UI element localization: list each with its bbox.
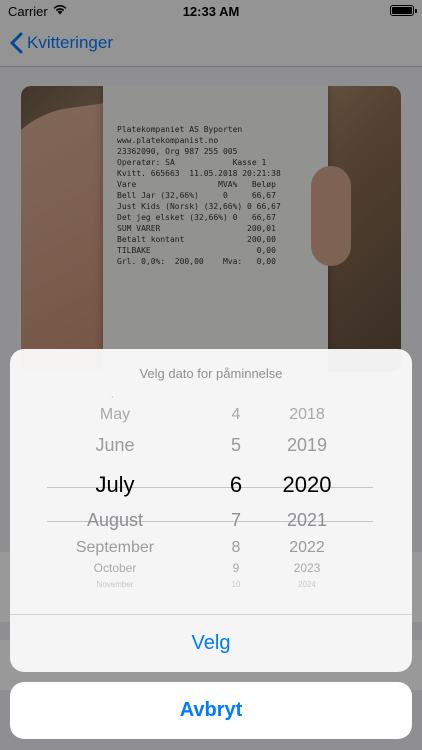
sheet-title: Velg dato for påminnelse (139, 366, 283, 381)
month-option[interactable]: April (55, 396, 175, 398)
year-option[interactable]: 2017 (247, 396, 367, 398)
year-option[interactable]: 2021 (247, 510, 367, 531)
confirm-button[interactable]: Velg (10, 615, 412, 672)
month-option[interactable]: June (55, 435, 175, 456)
month-option[interactable]: November (55, 580, 175, 589)
month-option[interactable]: September (55, 539, 175, 557)
year-option[interactable]: 2018 (247, 406, 367, 424)
month-option[interactable]: July (55, 472, 175, 498)
month-option[interactable]: August (55, 510, 175, 531)
date-picker-sheet: Velg dato for påminnelse April May June Jul… (10, 349, 412, 672)
cancel-button[interactable]: Avbryt (10, 682, 412, 739)
date-picker[interactable]: April May June July August September October No… (10, 396, 412, 614)
year-option[interactable]: 2024 (247, 580, 367, 589)
year-option[interactable]: 2023 (247, 561, 367, 575)
year-option[interactable]: 2019 (247, 435, 367, 456)
year-option[interactable]: 2020 (247, 472, 367, 498)
month-option[interactable]: October (55, 561, 175, 575)
year-option[interactable]: 2022 (247, 539, 367, 557)
month-option[interactable]: May (55, 406, 175, 424)
